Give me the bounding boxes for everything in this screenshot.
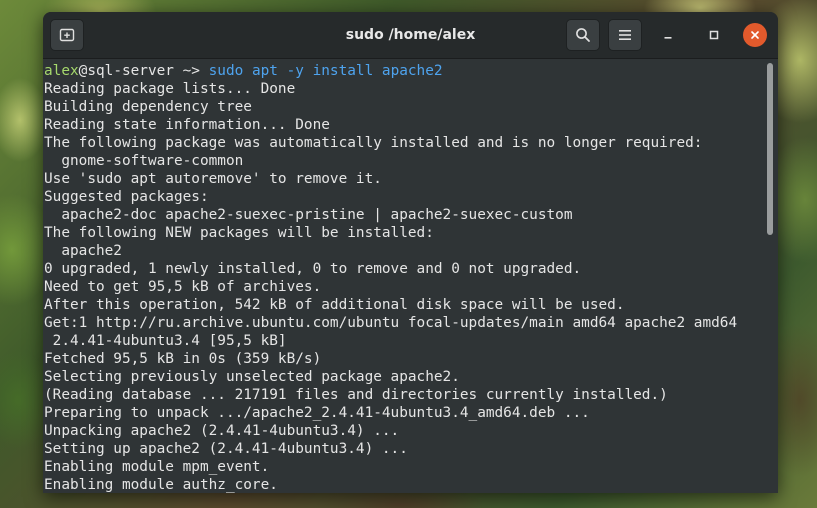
- search-icon: [576, 28, 590, 42]
- output-line: The following package was automatically …: [44, 135, 703, 151]
- output-line: Reading package lists... Done: [44, 81, 296, 97]
- output-line: (Reading database ... 217191 files and d…: [44, 387, 668, 403]
- output-line: Get:1 http://ru.archive.ubuntu.com/ubunt…: [44, 315, 738, 331]
- output-line: Fetched 95,5 kB in 0s (359 kB/s): [44, 351, 322, 367]
- output-line: The following NEW packages will be insta…: [44, 225, 434, 241]
- prompt-line: alex@sql-server ~> sudo apt -y install a…: [44, 62, 762, 80]
- output-line: Use 'sudo apt autoremove' to remove it.: [44, 171, 382, 187]
- output-line: Enabling module authz_core.: [44, 477, 278, 493]
- output-line: gnome-software-common: [44, 153, 244, 169]
- minimize-icon: [664, 37, 672, 39]
- close-button[interactable]: [743, 23, 767, 47]
- title-bar: sudo /home/alex: [43, 12, 778, 59]
- close-icon: [751, 31, 759, 39]
- prompt-host: sql-server: [87, 63, 174, 79]
- output-line: After this operation, 542 kB of addition…: [44, 297, 625, 313]
- maximize-button[interactable]: [702, 23, 726, 47]
- output-line: Need to get 95,5 kB of archives.: [44, 279, 322, 295]
- vertical-scrollbar[interactable]: [762, 59, 778, 493]
- search-button[interactable]: [566, 19, 600, 51]
- output-line: Preparing to unpack .../apache2_2.4.41-4…: [44, 405, 590, 421]
- output-line: Suggested packages:: [44, 189, 209, 205]
- minimize-button[interactable]: [656, 23, 680, 47]
- output-line: Building dependency tree: [44, 99, 252, 115]
- output-line: Setting up apache2 (2.4.41-4ubuntu3.4) .…: [44, 441, 408, 457]
- output-line: apache2-doc apache2-suexec-pristine | ap…: [44, 207, 573, 223]
- menu-button[interactable]: [608, 19, 642, 51]
- output-line: Enabling module mpm_event.: [44, 459, 270, 475]
- hamburger-menu-icon: [619, 30, 631, 40]
- output-line: Reading state information... Done: [44, 117, 330, 133]
- output-line: Selecting previously unselected package …: [44, 369, 460, 385]
- output-line: Unpacking apache2 (2.4.41-4ubuntu3.4) ..…: [44, 423, 400, 439]
- terminal-window: sudo /home/alex alex@sql-server ~> sudo …: [43, 12, 778, 493]
- terminal-output[interactable]: alex@sql-server ~> sudo apt -y install a…: [43, 59, 762, 493]
- maximize-icon: [709, 30, 719, 40]
- output-line: 2.4.41-4ubuntu3.4 [95,5 kB]: [44, 333, 287, 349]
- prompt-command: sudo apt -y install apache2: [208, 63, 443, 79]
- output-line: 0 upgraded, 1 newly installed, 0 to remo…: [44, 261, 582, 277]
- prompt-path: ~>: [173, 63, 209, 79]
- prompt-user: alex: [44, 63, 79, 79]
- output-line: apache2: [44, 243, 122, 259]
- scrollbar-thumb[interactable]: [767, 63, 773, 235]
